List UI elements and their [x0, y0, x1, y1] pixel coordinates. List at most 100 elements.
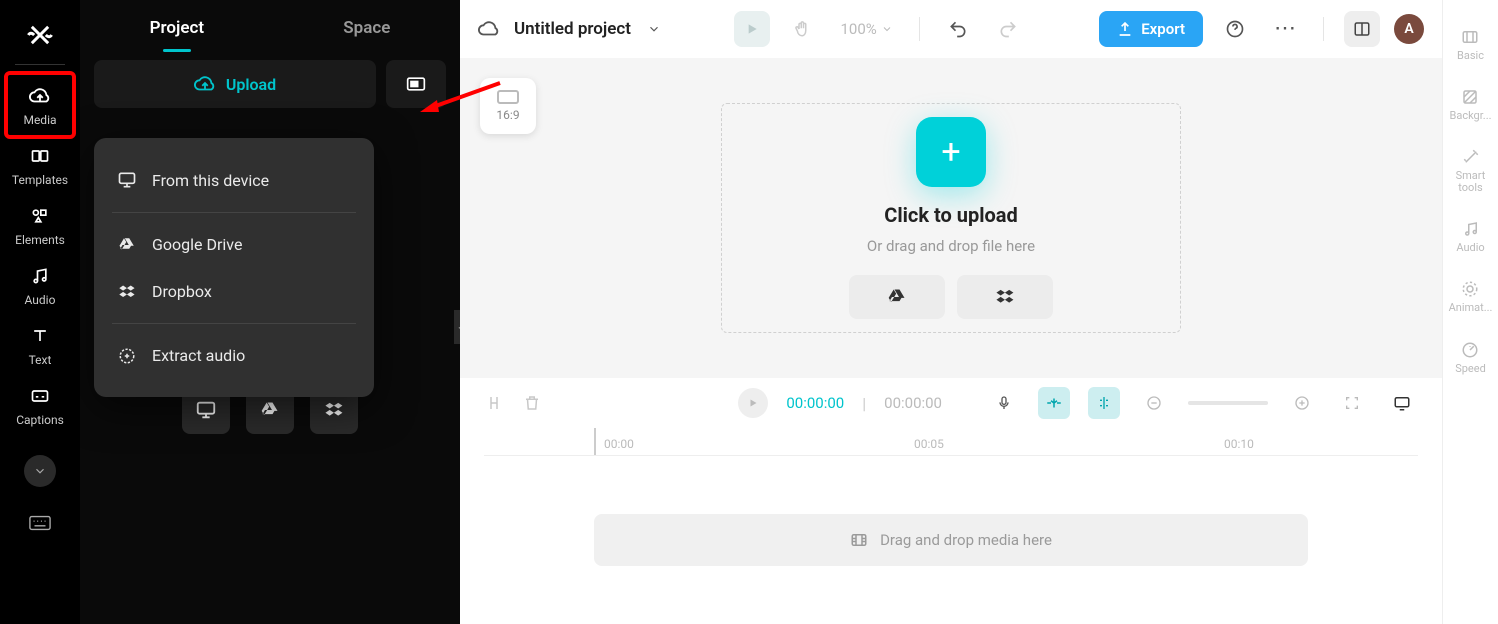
play-preview-button: [734, 11, 770, 47]
elements-icon: [30, 205, 50, 227]
magic-wand-icon: [1462, 148, 1480, 166]
menu-item-extract-audio[interactable]: Extract audio: [94, 332, 374, 379]
menu-label: Extract audio: [152, 346, 245, 365]
prop-item-background[interactable]: Backgr...: [1449, 88, 1491, 122]
prop-item-speed[interactable]: Speed: [1455, 341, 1486, 375]
upload-button[interactable]: Upload: [94, 60, 376, 108]
ruler-mark: 00:10: [1224, 437, 1254, 451]
prop-label: Backgr...: [1449, 110, 1491, 122]
timeline-fullscreen-button[interactable]: [1386, 387, 1418, 419]
playhead[interactable]: [594, 428, 596, 455]
prop-item-audio[interactable]: Audio: [1456, 220, 1484, 254]
prop-label: Animat...: [1449, 302, 1493, 314]
timeline-body: 00:00 00:05 00:10 Drag and drop media he…: [460, 428, 1442, 624]
background-icon: [1461, 88, 1479, 106]
menu-item-from-device[interactable]: From this device: [94, 156, 374, 204]
prop-label: Speed: [1455, 363, 1486, 375]
timeline-play-button[interactable]: [738, 388, 768, 418]
menu-label: From this device: [152, 171, 269, 190]
help-button[interactable]: [1217, 11, 1253, 47]
tab-project[interactable]: Project: [142, 6, 212, 50]
zoom-out-button[interactable]: [1138, 387, 1170, 419]
editor-header: Untitled project 100%: [460, 0, 1442, 58]
upload-label: Upload: [226, 75, 276, 94]
menu-label: Google Drive: [152, 235, 242, 254]
chevron-down-icon[interactable]: [647, 22, 661, 36]
prop-label: Basic: [1457, 50, 1484, 62]
monitor-icon: [116, 170, 138, 190]
editor-main: Untitled project 100%: [460, 0, 1498, 624]
timeline-total-time: 00:00:00: [884, 394, 942, 412]
app-logo: [0, 12, 80, 58]
fit-timeline-button[interactable]: [1336, 387, 1368, 419]
aspect-ratio-badge[interactable]: 16:9: [480, 78, 536, 134]
timeline-controls: 00:00:00 | 00:00:00: [460, 378, 1442, 428]
rail-label: Captions: [16, 413, 64, 427]
speed-icon: [1461, 341, 1479, 359]
prop-item-smart-tools[interactable]: Smart tools: [1443, 148, 1498, 194]
prop-label: Audio: [1456, 242, 1484, 254]
zoom-in-button[interactable]: [1286, 387, 1318, 419]
google-drive-icon: [116, 236, 138, 254]
left-tool-rail: Media Templates Elements Audio Text: [0, 0, 80, 624]
audio-note-icon: [1462, 220, 1480, 238]
cloud-icon: [478, 18, 500, 40]
tab-space[interactable]: Space: [335, 6, 398, 50]
user-avatar[interactable]: A: [1394, 14, 1424, 44]
delete-button[interactable]: [522, 393, 542, 413]
aspect-ratio-button[interactable]: [386, 60, 446, 108]
property-rail: Basic Backgr... Smart tools Audio Animat…: [1442, 0, 1498, 624]
canvas-stage: 16:9 + Click to upload Or drag and drop …: [460, 58, 1442, 378]
canvas-google-drive-button[interactable]: [849, 275, 945, 319]
rail-item-media[interactable]: Media: [8, 75, 72, 135]
panel-layout-toggle[interactable]: [1344, 11, 1380, 47]
mic-record-button[interactable]: [988, 387, 1020, 419]
timeline-current-time: 00:00:00: [786, 394, 844, 412]
rail-item-captions[interactable]: Captions: [8, 375, 72, 435]
track-drop-hint: Drag and drop media here: [880, 531, 1052, 549]
rail-item-elements[interactable]: Elements: [8, 195, 72, 255]
rail-item-templates[interactable]: Templates: [8, 135, 72, 195]
aspect-rect-icon: [497, 90, 519, 104]
text-icon: [30, 325, 50, 347]
media-panel: Project Space Upload: [80, 0, 460, 624]
prop-item-animation[interactable]: Animat...: [1449, 280, 1493, 314]
upload-subtitle: Or drag and drop file here: [867, 237, 1035, 255]
timeline-drop-track[interactable]: Drag and drop media here: [594, 514, 1308, 566]
split-button[interactable]: [484, 393, 504, 413]
cloud-upload-icon: [29, 85, 51, 107]
upload-menu: From this device Google Drive Dropbox: [94, 138, 374, 397]
timeline-zoom-slider[interactable]: [1188, 401, 1268, 405]
redo-button[interactable]: [990, 11, 1026, 47]
rail-label: Templates: [12, 173, 68, 187]
keyboard-icon[interactable]: [24, 511, 56, 535]
rail-label: Media: [23, 113, 56, 127]
ruler-mark: 00:05: [914, 437, 944, 451]
rail-item-audio[interactable]: Audio: [8, 255, 72, 315]
captions-icon: [30, 385, 50, 407]
animation-icon: [1461, 280, 1479, 298]
timeline-ruler[interactable]: 00:00 00:05 00:10: [484, 428, 1418, 456]
hand-tool-button[interactable]: [784, 11, 820, 47]
rail-more-button[interactable]: [24, 455, 56, 487]
export-button[interactable]: Export: [1099, 11, 1203, 47]
more-menu-button[interactable]: ⋯: [1267, 11, 1303, 47]
templates-icon: [30, 145, 50, 167]
prop-item-basic[interactable]: Basic: [1457, 28, 1484, 62]
undo-button[interactable]: [940, 11, 976, 47]
snap-toggle-button[interactable]: [1038, 387, 1070, 419]
rail-label: Audio: [25, 293, 56, 307]
audio-icon: [30, 265, 50, 287]
menu-item-dropbox[interactable]: Dropbox: [94, 268, 374, 315]
canvas-dropbox-button[interactable]: [957, 275, 1053, 319]
rail-label: Text: [29, 353, 52, 367]
upload-plus-button[interactable]: +: [916, 117, 986, 187]
ruler-mark: 00:00: [604, 437, 634, 451]
zoom-level[interactable]: 100%: [834, 20, 898, 38]
project-title[interactable]: Untitled project: [514, 19, 631, 39]
menu-item-google-drive[interactable]: Google Drive: [94, 221, 374, 268]
rail-item-text[interactable]: Text: [8, 315, 72, 375]
canvas-upload-dropzone[interactable]: + Click to upload Or drag and drop file …: [721, 103, 1181, 333]
cloud-upload-icon: [194, 73, 216, 95]
preview-link-toggle[interactable]: [1088, 387, 1120, 419]
